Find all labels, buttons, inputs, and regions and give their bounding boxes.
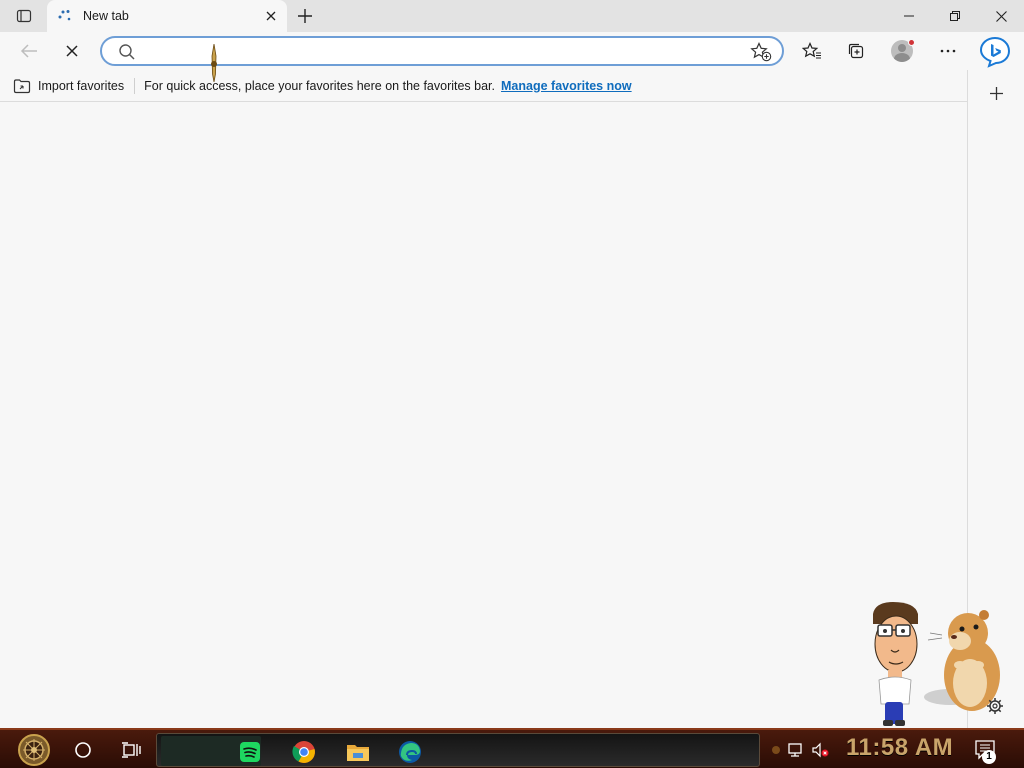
window-controls xyxy=(886,0,1024,32)
address-bar[interactable] xyxy=(100,36,784,66)
edge-app-button[interactable] xyxy=(395,738,425,766)
plus-icon xyxy=(989,86,1003,100)
close-icon xyxy=(995,10,1007,22)
profile-button[interactable] xyxy=(887,36,917,66)
notification-count-badge: 1 xyxy=(982,750,996,764)
toolbar xyxy=(0,32,1024,70)
divider xyxy=(134,77,136,94)
start-button[interactable] xyxy=(10,732,58,768)
back-button[interactable] xyxy=(14,36,44,66)
volume-muted-icon xyxy=(812,742,829,758)
tab-actions-icon xyxy=(16,9,32,23)
network-icon xyxy=(788,743,802,757)
mouse-cursor-icon xyxy=(211,44,217,82)
more-options-button[interactable] xyxy=(933,36,963,66)
start-orb-icon xyxy=(18,734,50,766)
import-favorites-button[interactable]: Import favorites xyxy=(13,75,134,97)
more-options-icon xyxy=(940,49,956,53)
taskbar-dock xyxy=(156,733,760,767)
spotify-icon xyxy=(240,742,260,762)
back-icon xyxy=(20,44,37,58)
collections-button[interactable] xyxy=(841,36,871,66)
volume-button[interactable] xyxy=(810,740,830,760)
plus-icon xyxy=(298,9,312,23)
tab-actions-button[interactable] xyxy=(8,4,40,28)
collections-icon xyxy=(848,43,864,59)
address-input[interactable] xyxy=(146,41,746,63)
minimize-icon xyxy=(904,15,914,17)
restore-icon xyxy=(950,11,960,21)
import-folder-icon xyxy=(13,78,31,93)
sidebar-add-button[interactable] xyxy=(985,82,1007,104)
bing-copilot-button[interactable] xyxy=(978,36,1012,68)
desktop-pet-cartoon-man[interactable] xyxy=(865,600,925,728)
close-icon xyxy=(266,11,276,21)
title-bar: New tab xyxy=(0,0,1024,32)
manage-favorites-link[interactable]: Manage favorites now xyxy=(501,79,632,93)
favorites-bar: Import favorites For quick access, place… xyxy=(0,70,967,102)
file-explorer-app-button[interactable] xyxy=(343,738,373,766)
chrome-icon xyxy=(292,741,315,763)
show-hidden-icons-button[interactable] xyxy=(766,740,786,760)
stop-loading-icon xyxy=(66,45,78,57)
minimize-button[interactable] xyxy=(886,0,932,32)
favorites-hint-text: For quick access, place your favorites h… xyxy=(144,78,496,93)
notification-dot xyxy=(908,39,915,46)
import-favorites-label: Import favorites xyxy=(38,78,125,93)
bing-copilot-icon xyxy=(979,36,1011,68)
task-view-icon xyxy=(122,742,141,758)
file-explorer-icon xyxy=(347,745,369,761)
tab-close-button[interactable] xyxy=(259,4,283,28)
restore-button[interactable] xyxy=(932,0,978,32)
page-content[interactable] xyxy=(0,103,967,728)
search-icon xyxy=(119,44,135,60)
taskbar-clock[interactable]: 11:58 AM xyxy=(846,734,953,762)
spotify-app-button[interactable] xyxy=(235,738,265,766)
tab-new-tab[interactable]: New tab xyxy=(47,0,287,32)
favorites-button[interactable] xyxy=(797,36,827,66)
taskbar: 1 11:58 AM xyxy=(0,728,1024,768)
stop-loading-button[interactable] xyxy=(57,36,87,66)
taskbar-search-button[interactable] xyxy=(68,734,98,766)
add-favorite-icon[interactable] xyxy=(750,42,772,62)
network-button[interactable] xyxy=(786,740,806,760)
task-view-button[interactable] xyxy=(116,734,146,766)
loading-icon xyxy=(57,8,73,24)
new-tab-button[interactable] xyxy=(292,4,318,28)
favorites-icon xyxy=(802,42,821,59)
edge-icon xyxy=(399,741,421,763)
search-circle-icon xyxy=(75,742,91,758)
chrome-app-button[interactable] xyxy=(289,738,319,766)
gear-icon[interactable] xyxy=(986,697,1004,715)
tab-title: New tab xyxy=(83,9,129,23)
chevron-up-icon xyxy=(772,746,780,754)
close-window-button[interactable] xyxy=(978,0,1024,32)
